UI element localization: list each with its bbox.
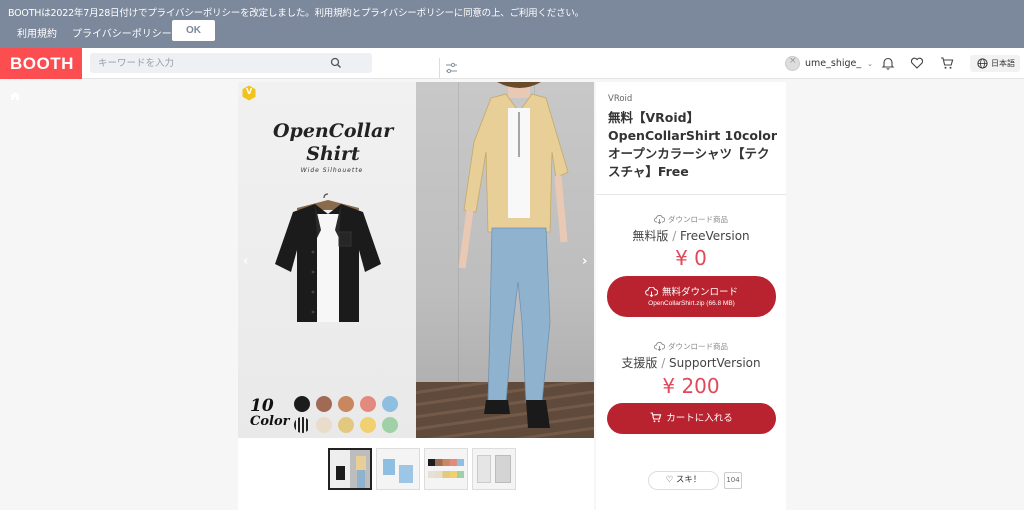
thumb-colors (428, 459, 464, 466)
site-header: BOOTH ume_shige_ ⌄ 日本語 (0, 48, 1024, 100)
variation-en: FreeVersion (680, 229, 750, 243)
color-swatch (360, 396, 376, 412)
price-free: ¥ 0 (675, 246, 707, 270)
terms-link[interactable]: 利用規約 (17, 25, 57, 40)
thumbnail-strip (328, 448, 516, 490)
thumb-model-shirt (356, 456, 366, 470)
ok-button[interactable]: OK (172, 20, 215, 41)
avatar (785, 56, 800, 71)
search-icon[interactable] (330, 57, 342, 69)
download-type-label: ダウンロード商品 (668, 342, 728, 351)
variation-support: 支援版 / SupportVersion (596, 354, 786, 371)
category-link[interactable]: VRoid (608, 94, 632, 104)
thumb-colors (428, 471, 464, 478)
booth-logo[interactable]: BOOTH (0, 48, 82, 100)
thumb-model-jeans (357, 470, 365, 488)
download-type-free: ダウンロード商品 (596, 214, 786, 225)
language-label: 日本語 (991, 59, 1015, 68)
image-title-line1: OpenCollar (273, 120, 394, 142)
globe-icon (977, 58, 988, 69)
variation-free: 無料版 / FreeVersion (596, 227, 786, 244)
image-right-panel: › (416, 82, 594, 438)
color-swatch (382, 417, 398, 433)
thumb-texture (477, 455, 491, 483)
thumbnail-2[interactable] (376, 448, 420, 490)
thumb-shirt (336, 466, 345, 480)
product-gallery: V OpenCollar Shirt Wide Silhouette 10 Co… (238, 82, 594, 510)
image-subtitle: Wide Silhouette (300, 167, 364, 174)
cloud-download-icon (645, 286, 659, 298)
price-support: ¥ 200 (662, 374, 720, 398)
download-button-text: 無料ダウンロード (661, 287, 738, 298)
privacy-policy-link[interactable]: プライバシーポリシー (72, 25, 172, 40)
color-swatch (316, 396, 332, 412)
download-button-label: 無料ダウンロード (607, 284, 776, 298)
cloud-download-icon (654, 214, 666, 225)
variation-name: 無料版 (632, 229, 669, 243)
thumb-texture (495, 455, 511, 483)
username: ume_shige_ (805, 58, 862, 69)
free-download-button[interactable]: 無料ダウンロード OpenCollarShirt.zip (66.8 MB) (607, 276, 776, 317)
thumbnail-3[interactable] (424, 448, 468, 490)
user-menu[interactable]: ume_shige_ ⌄ (785, 55, 873, 72)
shirt-illustration (275, 193, 381, 322)
slash: / (657, 356, 670, 370)
product-info-panel: VRoid 無料【VRoid】OpenCollarShirt 10color オ… (596, 82, 786, 510)
add-to-cart-label: カートに入れる (666, 413, 733, 424)
color-swatch (360, 417, 376, 433)
heart-icon: ♡ (665, 475, 674, 485)
model-illustration (458, 82, 569, 428)
bell-icon[interactable] (881, 56, 895, 70)
slash: / (668, 229, 681, 243)
thumbnail-1[interactable] (328, 448, 372, 490)
thumb-shirt (383, 459, 395, 475)
color-swatch (338, 417, 354, 433)
vroid-badge-text: V (246, 87, 253, 96)
color-count: 10 (250, 396, 274, 416)
color-swatch (316, 417, 332, 433)
language-selector[interactable]: 日本語 (970, 55, 1020, 72)
like-label: スキ！ (675, 475, 702, 485)
main-product-image[interactable]: V OpenCollar Shirt Wide Silhouette 10 Co… (238, 82, 594, 438)
cart-icon (650, 412, 662, 423)
image-left-panel: V OpenCollar Shirt Wide Silhouette 10 Co… (238, 82, 416, 438)
filter-button[interactable] (439, 58, 462, 78)
logo-house-icon (11, 92, 19, 100)
cloud-download-icon (654, 341, 666, 352)
color-swatch (338, 396, 354, 412)
color-swatch (382, 396, 398, 412)
download-file-info: OpenCollarShirt.zip (66.8 MB) (648, 300, 735, 307)
divider (596, 194, 786, 195)
cart-icon[interactable] (940, 56, 954, 70)
color-label: Color (250, 414, 290, 429)
image-title: OpenCollar Shirt (273, 120, 393, 166)
download-type-support: ダウンロード商品 (596, 341, 786, 352)
variation-name: 支援版 (621, 356, 658, 370)
thumb-shirt (399, 465, 413, 483)
like-count: 104 (724, 472, 742, 489)
chevron-down-icon: ⌄ (867, 59, 873, 68)
notice-text: BOOTHは2022年7月28日付けでプライバシーポリシーを改定しました。利用規… (8, 8, 584, 19)
privacy-notice-bar: BOOTHは2022年7月28日付けでプライバシーポリシーを改定しました。利用規… (0, 0, 1024, 48)
download-type-label: ダウンロード商品 (668, 215, 728, 224)
prev-arrow-icon[interactable]: ‹ (243, 254, 248, 269)
filter-icon (446, 62, 457, 74)
next-arrow-icon[interactable]: › (582, 254, 587, 269)
variation-en: SupportVersion (669, 356, 761, 370)
logo-text: BOOTH (10, 54, 74, 73)
heart-icon[interactable] (910, 56, 924, 70)
search-input[interactable] (98, 53, 328, 73)
image-title-line2: Shirt (306, 143, 360, 165)
product-title: 無料【VRoid】OpenCollarShirt 10color オープンカラー… (608, 110, 777, 179)
color-swatch (294, 417, 310, 433)
thumbnail-4[interactable] (472, 448, 516, 490)
like-button[interactable]: ♡ スキ！ (648, 471, 719, 490)
color-swatch (294, 396, 310, 412)
add-to-cart-button[interactable]: カートに入れる (607, 403, 776, 434)
